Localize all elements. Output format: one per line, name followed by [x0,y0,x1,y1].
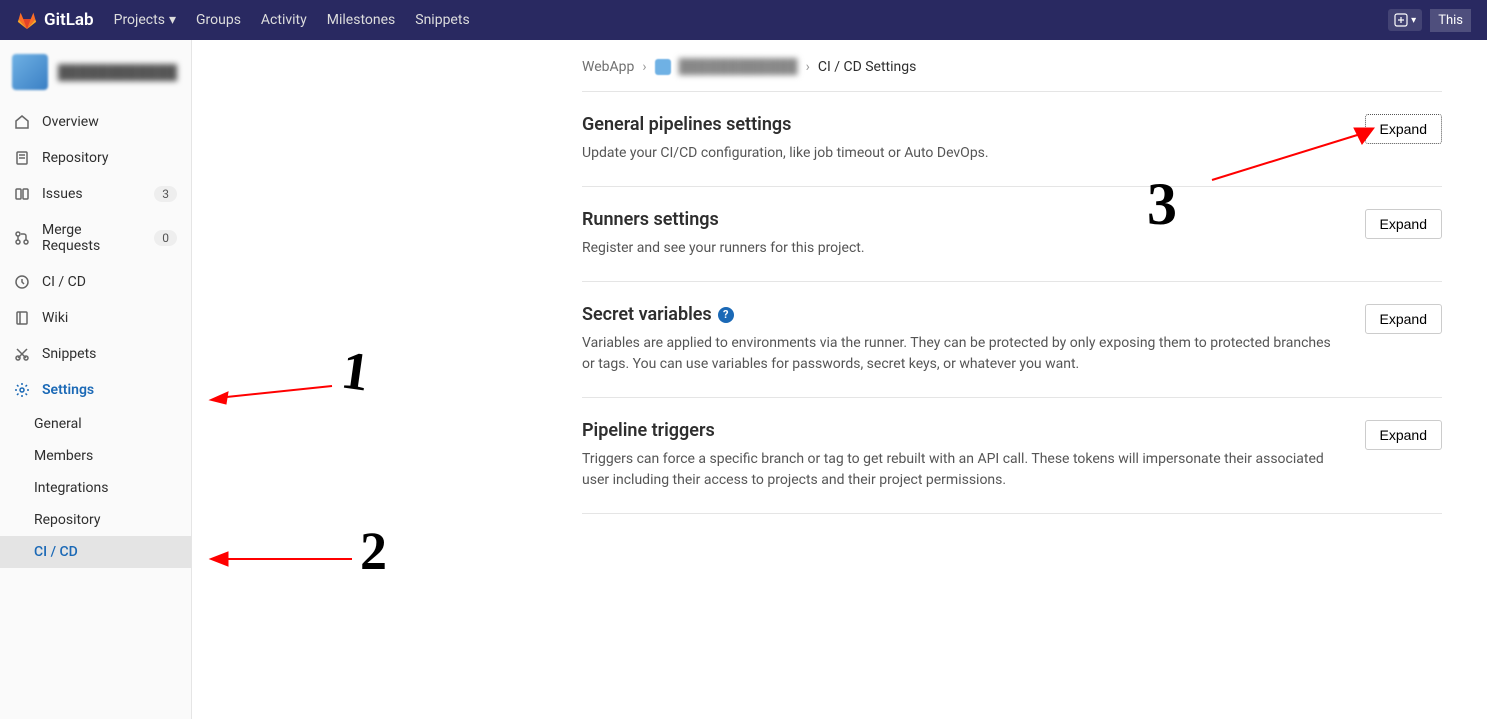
sidebar-item-label: Settings [42,382,94,398]
project-avatar-small [655,59,671,75]
section-desc: Update your CI/CD configuration, like jo… [582,143,1345,164]
gitlab-brand[interactable]: GitLab [16,9,94,31]
sidebar-item-label: Wiki [42,310,68,326]
annotation-arrow-2 [202,545,362,575]
expand-button-general[interactable]: Expand [1365,114,1442,144]
book-icon [14,310,30,326]
sidebar-item-label: CI / CD [42,274,86,290]
sidebar-item-label: Snippets [42,346,96,362]
nav-groups[interactable]: Groups [196,12,241,28]
clock-icon [14,274,30,290]
top-navbar: GitLab Projects▾ Groups Activity Milesto… [0,0,1487,40]
chevron-right-icon: › [806,59,810,75]
sidebar-subitem-repository[interactable]: Repository [0,504,191,536]
annotation-number-1: 1 [338,338,373,403]
sidebar-item-snippets[interactable]: Snippets [0,336,191,372]
sidebar-item-label: Repository [42,150,108,166]
chevron-down-icon: ▾ [1411,15,1416,26]
expand-button-secret-vars[interactable]: Expand [1365,304,1442,334]
section-general-pipelines: General pipelines settings Update your C… [582,92,1442,187]
doc-icon [14,150,30,166]
section-title: General pipelines settings [582,114,1345,135]
nav-projects[interactable]: Projects▾ [114,12,176,28]
annotation-number-2: 2 [360,520,387,582]
main-content: WebApp › ████████████ › CI / CD Settings… [192,40,1487,719]
chevron-down-icon: ▾ [169,12,176,28]
nav-snippets[interactable]: Snippets [415,12,469,28]
sidebar-item-cicd[interactable]: CI / CD [0,264,191,300]
expand-button-runners[interactable]: Expand [1365,209,1442,239]
sidebar-subitem-integrations[interactable]: Integrations [0,472,191,504]
sidebar-item-label: Issues [42,186,83,202]
sidebar-item-overview[interactable]: Overview [0,104,191,140]
section-title: Secret variables ? [582,304,1345,325]
new-dropdown-button[interactable]: ▾ [1388,9,1422,31]
gear-icon [14,382,30,398]
chevron-right-icon: › [642,59,646,75]
issues-icon [14,186,30,202]
sidebar-item-merge-requests[interactable]: Merge Requests 0 [0,212,191,264]
gitlab-logo-icon [16,9,38,31]
section-desc: Register and see your runners for this p… [582,238,1345,259]
expand-button-triggers[interactable]: Expand [1365,420,1442,450]
scissors-icon [14,346,30,362]
section-secret-variables: Secret variables ? Variables are applied… [582,282,1442,398]
project-avatar [12,54,48,90]
navbar-items: Projects▾ Groups Activity Milestones Sni… [114,12,470,28]
sidebar-item-repository[interactable]: Repository [0,140,191,176]
section-pipeline-triggers: Pipeline triggers Triggers can force a s… [582,398,1442,514]
mr-badge: 0 [154,230,177,246]
project-name: ████████████ [58,64,177,81]
annotation-arrow-1 [202,378,342,408]
sidebar-item-label: Merge Requests [42,222,142,254]
sidebar-item-issues[interactable]: Issues 3 [0,176,191,212]
issues-badge: 3 [154,186,177,202]
nav-activity[interactable]: Activity [261,12,307,28]
breadcrumb-project[interactable]: ████████████ [679,58,798,75]
sidebar-subitem-members[interactable]: Members [0,440,191,472]
sidebar-subitem-general[interactable]: General [0,408,191,440]
merge-icon [14,230,30,246]
sidebar-item-label: Overview [42,114,99,130]
breadcrumb-current: CI / CD Settings [818,59,917,75]
section-title: Runners settings [582,209,1345,230]
sidebar-item-settings[interactable]: Settings [0,372,191,408]
navbar-right: ▾ This [1388,9,1471,32]
brand-text: GitLab [44,10,94,30]
plus-icon [1394,13,1408,27]
annotation-number-3: 3 [1147,170,1177,239]
nav-milestones[interactable]: Milestones [327,12,396,28]
sidebar-project-header[interactable]: ████████████ [0,40,191,104]
breadcrumb-root[interactable]: WebApp [582,59,634,75]
home-icon [14,114,30,130]
sidebar-subitem-cicd[interactable]: CI / CD [0,536,191,568]
breadcrumbs: WebApp › ████████████ › CI / CD Settings [582,58,1442,92]
help-icon[interactable]: ? [718,307,734,323]
section-desc: Variables are applied to environments vi… [582,333,1345,375]
section-desc: Triggers can force a specific branch or … [582,449,1345,491]
project-sidebar: ████████████ Overview Repository Issues … [0,40,192,719]
sidebar-item-wiki[interactable]: Wiki [0,300,191,336]
section-runners: Runners settings Register and see your r… [582,187,1442,282]
this-button[interactable]: This [1430,9,1471,32]
section-title: Pipeline triggers [582,420,1345,441]
